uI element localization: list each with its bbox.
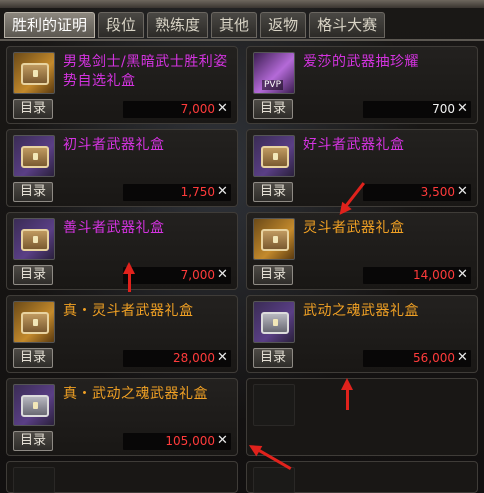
victory-token-icon: ✕ [457,350,468,365]
tab-divider [0,39,484,41]
item-price: 1,750 [180,185,215,199]
victory-token-icon: ✕ [217,184,228,199]
shop-item[interactable]: 初斗者武器礼盒 目录 1,750 ✕ [6,129,238,207]
silver-chest-icon [253,301,295,343]
catalog-button[interactable]: 目录 [13,265,53,285]
item-name: 初斗者武器礼盒 [63,137,165,153]
item-price: 105,000 [165,434,215,448]
price-field: 7,000 ✕ [123,267,231,284]
tab-bar: 胜利的证明 段位 熟练度 其他 返物 格斗大赛 [4,12,386,40]
empty-slot [246,461,478,493]
catalog-button[interactable]: 目录 [253,265,293,285]
catalog-button[interactable]: 目录 [13,182,53,202]
gold-chest-icon [13,52,55,94]
price-field: 7,000 ✕ [123,101,231,118]
tab-victory-proof[interactable]: 胜利的证明 [4,12,96,38]
tab-other[interactable]: 其他 [211,12,258,38]
tab-tournament[interactable]: 格斗大赛 [309,12,386,38]
victory-token-icon: ✕ [457,184,468,199]
catalog-button[interactable]: 目录 [13,431,53,451]
pvp-crystal-icon: PVP [253,52,295,94]
shop-item[interactable]: 真・灵斗者武器礼盒 目录 28,000 ✕ [6,295,238,373]
victory-token-icon: ✕ [217,433,228,448]
pvp-badge: PVP [262,80,284,90]
shop-item[interactable]: PVP 爱莎的武器抽珍耀 目录 700 ✕ [246,46,478,124]
item-name: 男鬼剑士/黑暗武士胜利姿势自选礼盒 [63,54,228,89]
item-price: 56,000 [413,351,455,365]
catalog-button[interactable]: 目录 [253,182,293,202]
catalog-button[interactable]: 目录 [13,348,53,368]
item-price: 700 [432,102,455,116]
item-name: 真・灵斗者武器礼盒 [63,303,194,319]
shop-item[interactable]: 武动之魂武器礼盒 目录 56,000 ✕ [246,295,478,373]
victory-token-icon: ✕ [217,350,228,365]
tab-proficiency[interactable]: 熟练度 [147,12,209,38]
gold-chest-icon [253,218,295,260]
catalog-button[interactable]: 目录 [253,99,293,119]
empty-slot [6,461,238,493]
price-field: 56,000 ✕ [363,350,471,367]
annotation-arrow [128,266,131,292]
victory-token-icon: ✕ [217,267,228,282]
empty-icon-slot [253,384,295,426]
purple-chest-icon [253,135,295,177]
catalog-button[interactable]: 目录 [13,99,53,119]
tab-rank[interactable]: 段位 [98,12,145,38]
empty-slot [246,378,478,456]
shop-item[interactable]: 男鬼剑士/黑暗武士胜利姿势自选礼盒 目录 7,000 ✕ [6,46,238,124]
item-price: 3,500 [420,185,455,199]
silver-chest-icon [13,384,55,426]
victory-token-icon: ✕ [217,101,228,116]
price-field: 1,750 ✕ [123,184,231,201]
victory-token-icon: ✕ [457,101,468,116]
shop-item[interactable]: 善斗者武器礼盒 目录 7,000 ✕ [6,212,238,290]
price-field: 3,500 ✕ [363,184,471,201]
price-field: 700 ✕ [363,101,471,118]
victory-token-icon: ✕ [457,267,468,282]
price-field: 105,000 ✕ [123,433,231,450]
item-name: 好斗者武器礼盒 [303,137,405,153]
window-top-border [0,0,484,8]
empty-icon-slot [13,467,55,493]
shop-item[interactable]: 灵斗者武器礼盒 目录 14,000 ✕ [246,212,478,290]
annotation-arrow [346,382,349,410]
price-field: 14,000 ✕ [363,267,471,284]
tab-return[interactable]: 返物 [260,12,307,38]
catalog-button[interactable]: 目录 [253,348,293,368]
price-field: 28,000 ✕ [123,350,231,367]
item-price: 7,000 [180,268,215,282]
purple-chest-icon [13,218,55,260]
gold-chest-icon [13,301,55,343]
shop-item[interactable]: 真・武动之魂武器礼盒 目录 105,000 ✕ [6,378,238,456]
item-name: 灵斗者武器礼盒 [303,220,405,236]
item-name: 爱莎的武器抽珍耀 [303,54,419,70]
item-name: 善斗者武器礼盒 [63,220,165,236]
empty-icon-slot [253,467,295,493]
shop-item[interactable]: 好斗者武器礼盒 目录 3,500 ✕ [246,129,478,207]
purple-chest-icon [13,135,55,177]
item-price: 28,000 [173,351,215,365]
item-price: 7,000 [180,102,215,116]
item-price: 14,000 [413,268,455,282]
item-name: 真・武动之魂武器礼盒 [63,386,208,402]
item-name: 武动之魂武器礼盒 [303,303,419,319]
